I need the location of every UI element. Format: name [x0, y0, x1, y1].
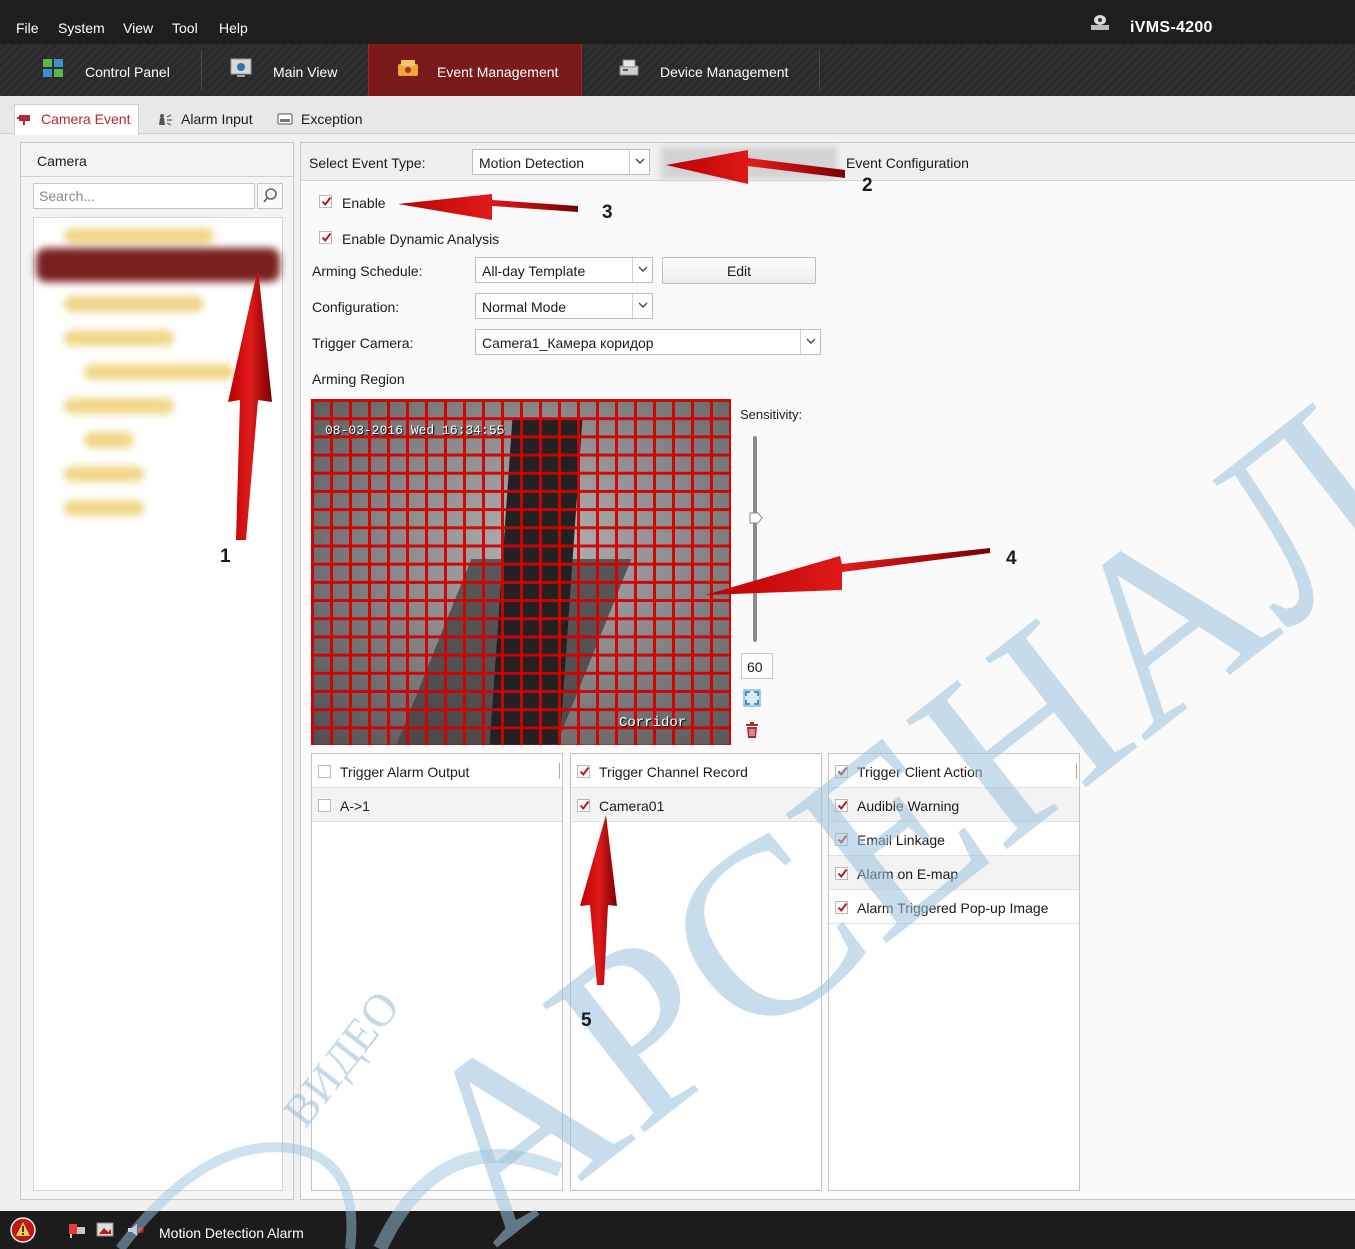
annotation-number-5: 5: [581, 1010, 592, 1031]
annotation-number-1: 1: [220, 546, 231, 567]
annotation-number-4: 4: [1006, 548, 1017, 569]
annotation-arrow-5: [580, 815, 617, 985]
annotation-arrow-2: [666, 150, 845, 184]
annotation-arrow-4: [705, 548, 990, 595]
annotation-layer: 1 2 3 4 5: [220, 150, 1017, 1031]
annotation-number-3: 3: [602, 202, 613, 223]
annotation-number-2: 2: [862, 175, 873, 196]
annotation-arrow-1: [228, 268, 272, 540]
annotation-arrow-3: [398, 194, 578, 220]
